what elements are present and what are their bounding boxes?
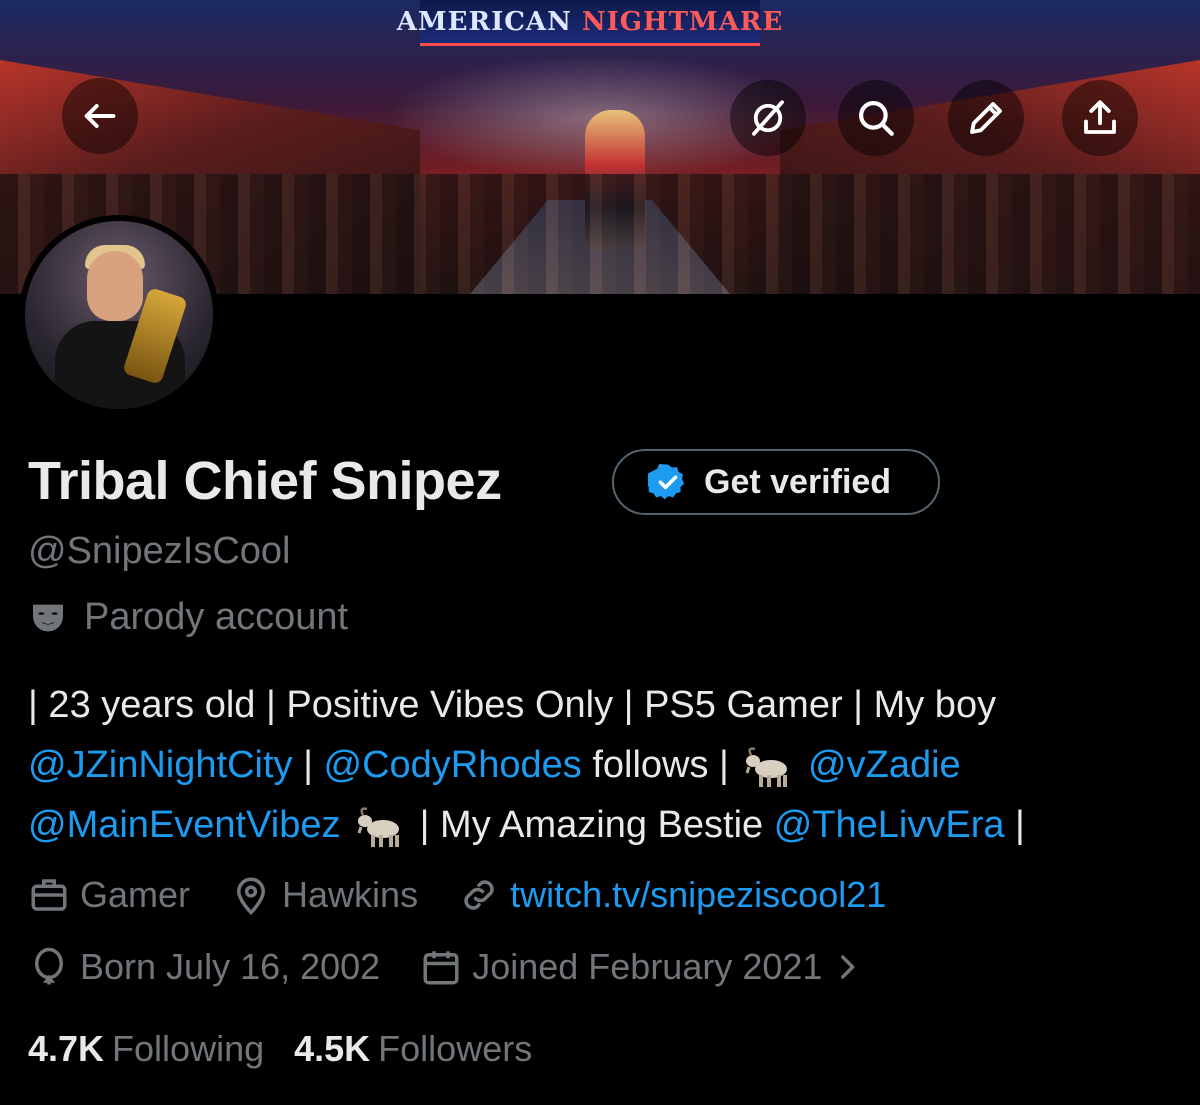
joined-date[interactable]: Joined February 2021: [420, 946, 874, 988]
search-icon: [859, 101, 894, 136]
followers-count: 4.5K: [294, 1028, 371, 1069]
bio-text: | My Amazing Bestie: [409, 804, 774, 846]
website-link[interactable]: twitch.tv/snipeziscool21: [510, 874, 886, 916]
profile-meta-row-2: Born July 16, 2002 Joined February 2021: [28, 946, 914, 988]
link-icon: [464, 880, 494, 910]
joined-text: Joined February 2021: [472, 946, 823, 987]
get-verified-button[interactable]: Get verified: [612, 449, 940, 515]
bio: | 23 years old | Positive Vibes Only | P…: [28, 675, 1178, 855]
banner-sign-word-1: AMERICAN: [396, 6, 572, 37]
back-button[interactable]: [62, 78, 138, 154]
bio-line-3: @MainEventVibez | My Amazing Bestie @The…: [28, 795, 1178, 855]
mention-link[interactable]: @CodyRhodes: [324, 744, 582, 786]
birthday-text: Born July 16, 2002: [80, 946, 381, 987]
location-pin-icon: [237, 877, 266, 915]
followers-stat[interactable]: 4.5K Followers: [294, 1028, 532, 1070]
follow-stats: 4.7K Following 4.5K Followers: [28, 1028, 562, 1070]
chevron-right-icon: [841, 955, 855, 979]
avatar[interactable]: [19, 215, 219, 415]
mention-link[interactable]: @TheLivvEra: [774, 804, 1005, 846]
parody-label: Parody account: [28, 596, 348, 639]
back-arrow-icon: [84, 104, 116, 128]
share-button[interactable]: [1062, 80, 1138, 156]
followers-label: Followers: [378, 1028, 533, 1069]
profile-meta-row-1: Gamer Hawkins twitch.tv/snipeziscool21: [28, 874, 926, 916]
profession-text: Gamer: [80, 874, 191, 915]
website[interactable]: twitch.tv/snipeziscool21: [458, 874, 886, 916]
following-label: Following: [112, 1028, 265, 1069]
bio-text: |: [1004, 804, 1025, 846]
balloon-icon: [35, 947, 63, 985]
get-verified-label: Get verified: [704, 462, 892, 501]
user-handle: @SnipezIsCool: [28, 530, 291, 572]
following-count: 4.7K: [28, 1028, 105, 1069]
briefcase-icon: [31, 879, 67, 911]
profession: Gamer: [28, 874, 190, 916]
bio-line-2: @JZinNightCity | @CodyRhodes follows | @…: [28, 735, 1178, 795]
bio-text: | 23 years old | Positive Vibes Only | P…: [28, 684, 997, 726]
bio-line-1: | 23 years old | Positive Vibes Only | P…: [28, 675, 1178, 735]
mention-link[interactable]: @MainEventVibez: [28, 804, 340, 846]
parody-label-text: Parody account: [84, 596, 349, 638]
verified-badge-icon: [648, 464, 685, 500]
mention-link[interactable]: @vZadie: [808, 744, 961, 786]
banner-sign-word-2: NIGHTMARE: [581, 6, 784, 37]
share-icon: [1084, 100, 1116, 134]
location-text: Hawkins: [282, 874, 419, 915]
goat-emoji-icon: [746, 747, 788, 787]
avatar-image: [25, 221, 213, 409]
bio-text: |: [292, 744, 324, 786]
mention-link[interactable]: @JZinNightCity: [28, 744, 293, 786]
following-stat[interactable]: 4.7K Following: [28, 1028, 264, 1070]
banner-sign: AMERICAN NIGHTMARE: [397, 0, 782, 46]
grok-button[interactable]: [730, 80, 806, 156]
display-name: Tribal Chief Snipez: [28, 451, 502, 511]
birthday: Born July 16, 2002: [28, 946, 380, 988]
edit-icon: [970, 102, 1002, 134]
goat-emoji-icon: [357, 807, 400, 847]
search-button[interactable]: [838, 80, 914, 156]
avatar-head: [87, 251, 143, 321]
bio-text: follows |: [581, 744, 740, 786]
grok-icon: [752, 100, 784, 136]
calendar-icon: [423, 951, 459, 985]
location: Hawkins: [230, 874, 418, 916]
mask-icon: [33, 604, 63, 631]
edit-button[interactable]: [948, 80, 1024, 156]
